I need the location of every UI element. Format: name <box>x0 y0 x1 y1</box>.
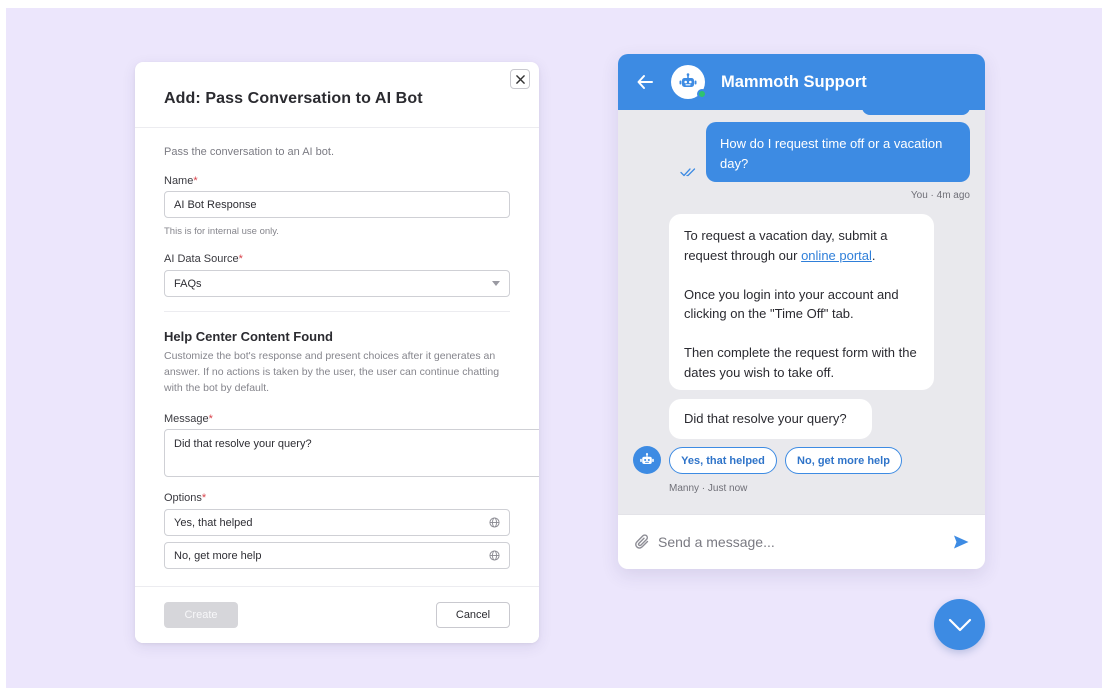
required-mark: * <box>208 413 213 425</box>
chat-header: Mammoth Support <box>618 54 985 110</box>
send-icon[interactable] <box>952 533 970 551</box>
name-hint: This is for internal use only. <box>164 226 279 237</box>
option-value: Yes, that helped <box>174 516 253 529</box>
chat-title: Mammoth Support <box>721 73 867 91</box>
option-field[interactable]: Yes, that helped <box>164 509 510 536</box>
cancel-button[interactable]: Cancel <box>436 602 510 628</box>
bot-icon <box>640 453 654 464</box>
dropdown-caret-icon <box>492 281 500 286</box>
name-field[interactable]: AI Bot Response <box>164 191 510 218</box>
bot-message-meta: Manny · Just now <box>669 483 748 494</box>
add-bot-modal: Add: Pass Conversation to AI Bot Pass th… <box>135 62 539 643</box>
section-divider <box>164 311 510 312</box>
source-label: AI Data Source* <box>164 253 510 265</box>
required-mark: * <box>201 492 207 504</box>
globe-icon[interactable] <box>489 550 500 561</box>
modal-description: Pass the conversation to an AI bot. <box>164 146 334 158</box>
option-field[interactable]: No, get more help <box>164 542 510 569</box>
double-check-icon <box>680 168 696 177</box>
bot-reply-paragraph: To request a vacation day, submit a requ… <box>684 226 919 265</box>
name-label-text: Name <box>164 175 194 187</box>
close-icon <box>515 74 525 84</box>
message-value: Did that resolve your query? <box>174 438 312 450</box>
data-source-value: FAQs <box>174 277 202 290</box>
name-field-value: AI Bot Response <box>174 198 257 211</box>
options-label: Options* <box>164 492 510 504</box>
back-arrow-icon[interactable] <box>636 73 654 91</box>
name-label: Name* <box>164 175 510 187</box>
section-title: Help Center Content Found <box>164 329 333 344</box>
bot-reply-paragraph: Then complete the request form with the … <box>684 345 917 380</box>
section-description: Customize the bot's response and present… <box>164 350 500 394</box>
globe-icon[interactable] <box>489 517 500 528</box>
online-status-dot <box>697 89 707 99</box>
user-message-bubble: How do I request time off or a vacation … <box>706 122 970 182</box>
chat-widget: Mammoth Support How do I request time of… <box>618 54 985 569</box>
required-mark: * <box>238 253 243 265</box>
bot-reply-text: . <box>871 247 876 263</box>
options-label-text: Options <box>164 492 202 504</box>
option-value: No, get more help <box>174 549 262 562</box>
online-portal-link[interactable]: online portal <box>801 248 872 263</box>
modal-footer: Create Cancel <box>135 586 539 643</box>
user-message-meta: You · 4m ago <box>910 190 970 201</box>
message-label: Message* <box>164 413 510 425</box>
source-label-text: AI Data Source <box>164 253 239 265</box>
message-input[interactable] <box>658 527 938 557</box>
bot-small-avatar <box>633 446 661 474</box>
required-mark: * <box>193 175 198 187</box>
bot-question-bubble: Did that resolve your query? <box>669 399 872 439</box>
create-button[interactable]: Create <box>164 602 238 628</box>
quick-reply-yes[interactable]: Yes, that helped <box>669 447 777 474</box>
message-textarea[interactable]: Did that resolve your query? <box>164 429 539 477</box>
close-button[interactable] <box>510 69 530 89</box>
chevron-down-icon <box>948 618 971 631</box>
bot-reply-paragraph: Once you login into your account and cli… <box>684 286 899 322</box>
modal-header: Add: Pass Conversation to AI Bot <box>135 62 539 128</box>
paperclip-icon[interactable] <box>635 533 651 551</box>
quick-reply-no[interactable]: No, get more help <box>785 447 902 474</box>
minimize-chat-button[interactable] <box>934 599 985 650</box>
message-composer <box>618 514 985 569</box>
bot-reply-bubble: To request a vacation day, submit a requ… <box>669 214 934 390</box>
bot-icon <box>679 73 697 87</box>
modal-title: Add: Pass Conversation to AI Bot <box>164 90 423 107</box>
message-label-text: Message <box>164 413 209 425</box>
data-source-select[interactable]: FAQs <box>164 270 510 297</box>
